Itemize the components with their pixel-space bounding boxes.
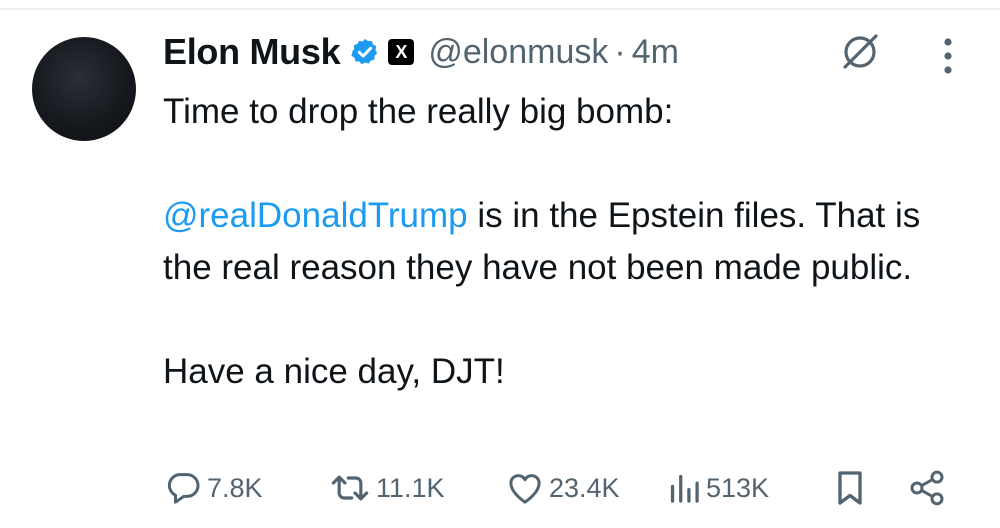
share-button[interactable] (907, 466, 947, 510)
author-handle[interactable]: @elonmusk (428, 33, 608, 72)
tweet-line-1: Time to drop the really big bomb: (163, 92, 674, 131)
views-button[interactable]: 513K (666, 466, 769, 510)
mention-link[interactable]: @realDonaldTrump (163, 196, 468, 235)
verified-badge-icon[interactable] (350, 37, 380, 67)
heart-icon (505, 468, 545, 508)
views-count: 513K (706, 472, 770, 503)
x-affiliate-badge[interactable]: X (388, 39, 415, 65)
reply-button[interactable]: 7.8K (163, 466, 263, 510)
top-divider (0, 8, 1000, 10)
bookmark-icon (833, 468, 867, 508)
separator-dot: · (614, 32, 626, 71)
tweet-paragraph-2: @realDonaldTrump is in the Epstein files… (163, 190, 973, 294)
grok-icon[interactable] (838, 30, 882, 74)
like-count: 23.4K (549, 472, 620, 503)
repost-icon (328, 468, 372, 508)
share-icon (907, 468, 947, 508)
reply-count: 7.8K (207, 472, 263, 503)
tweet-header: Elon Musk X @elonmusk · 4m (163, 26, 679, 78)
repost-button[interactable]: 11.1K (328, 466, 445, 510)
views-icon (666, 468, 702, 508)
like-button[interactable]: 23.4K (505, 466, 620, 510)
timestamp[interactable]: 4m (632, 33, 679, 72)
avatar[interactable] (32, 37, 136, 141)
tweet-line-3: Have a nice day, DJT! (163, 352, 505, 391)
repost-count: 11.1K (376, 472, 445, 503)
tweet-text: Time to drop the really big bomb: @realD… (163, 86, 973, 398)
bookmark-button[interactable] (833, 466, 867, 510)
reply-icon (163, 468, 203, 508)
author-name[interactable]: Elon Musk (163, 31, 341, 73)
more-vertical-icon[interactable] (936, 36, 960, 76)
